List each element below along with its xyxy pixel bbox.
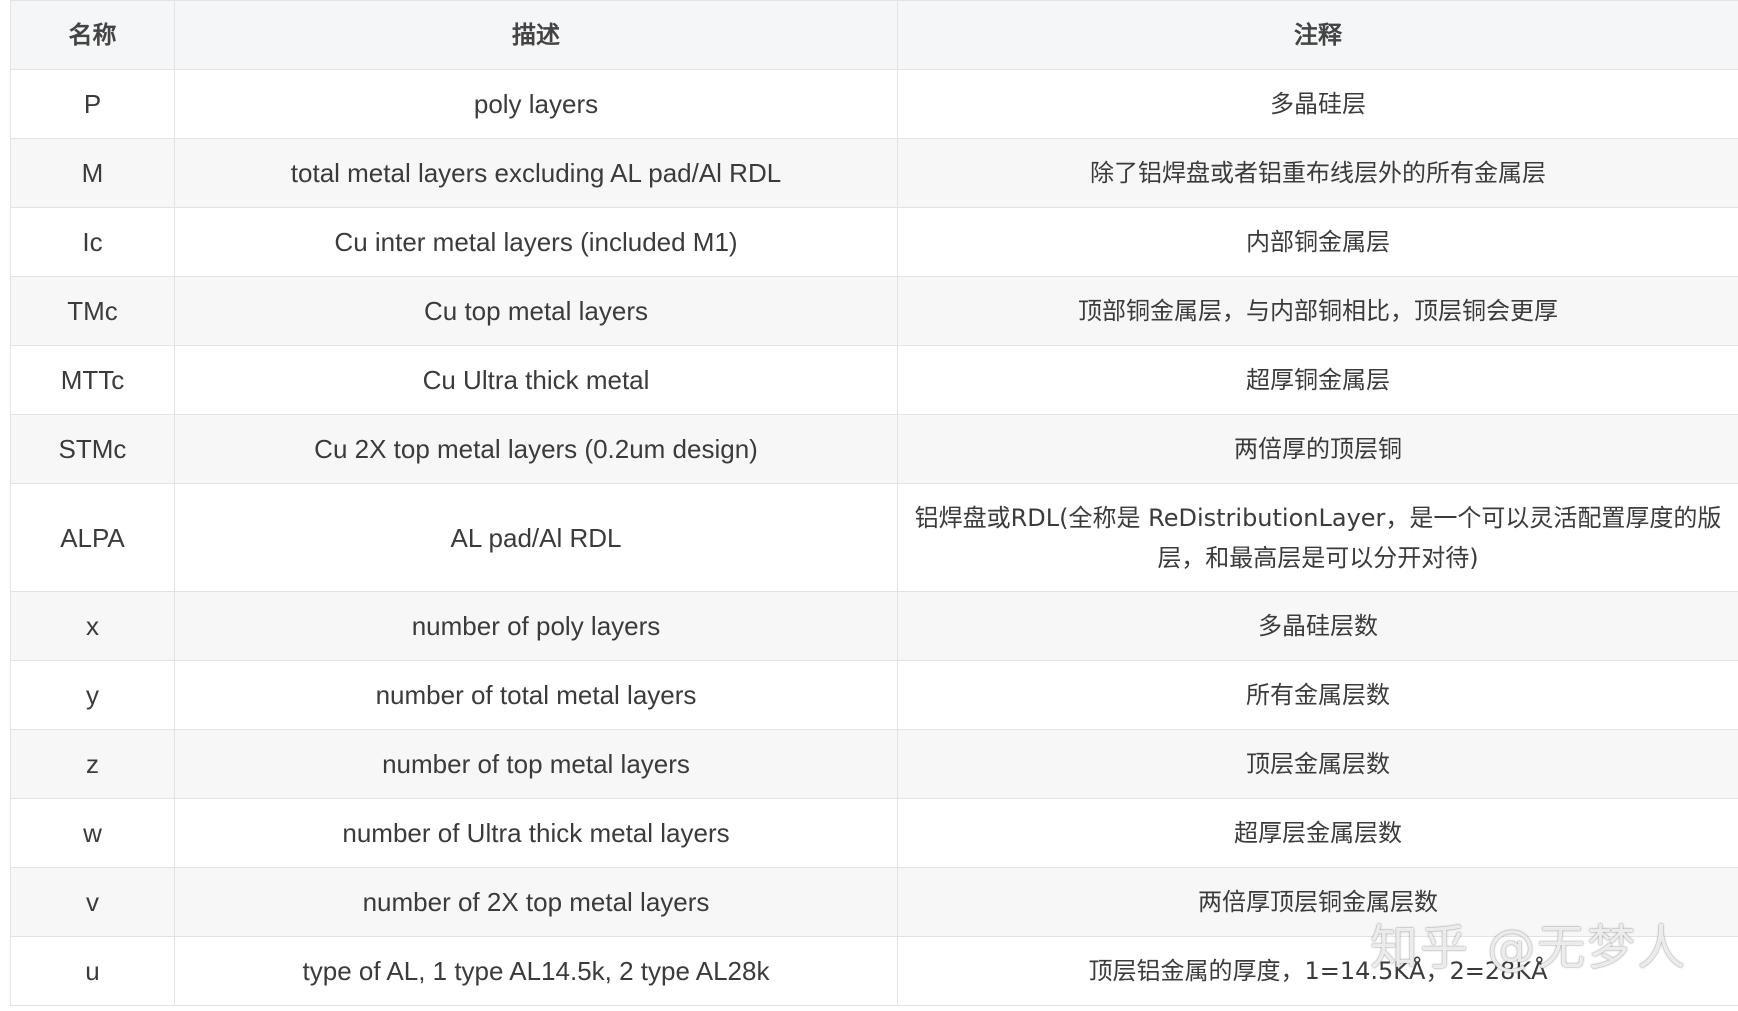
- cell-note: 顶部铜金属层，与内部铜相比，顶层铜会更厚: [897, 276, 1738, 346]
- table-row: STMc Cu 2X top metal layers (0.2um desig…: [10, 414, 1738, 484]
- cell-name: TMc: [10, 276, 175, 346]
- cell-description: number of 2X top metal layers: [174, 867, 898, 937]
- cell-note: 两倍厚的顶层铜: [897, 414, 1738, 484]
- cell-note: 多晶硅层数: [897, 591, 1738, 661]
- cell-description: Cu top metal layers: [174, 276, 898, 346]
- table-row: M total metal layers excluding AL pad/Al…: [10, 138, 1738, 208]
- cell-name: Ic: [10, 207, 175, 277]
- cell-description: type of AL, 1 type AL14.5k, 2 type AL28k: [174, 936, 898, 1006]
- cell-note: 两倍厚顶层铜金属层数: [897, 867, 1738, 937]
- table-row: w number of Ultra thick metal layers 超厚层…: [10, 798, 1738, 868]
- layer-definition-table: 名称 描述 注释 P poly layers 多晶硅层 M total meta…: [10, 0, 1738, 1006]
- cell-note: 超厚铜金属层: [897, 345, 1738, 415]
- cell-name: MTTc: [10, 345, 175, 415]
- cell-name: M: [10, 138, 175, 208]
- cell-name: ALPA: [10, 483, 175, 592]
- cell-description: number of total metal layers: [174, 660, 898, 730]
- cell-description: Cu inter metal layers (included M1): [174, 207, 898, 277]
- table-row: y number of total metal layers 所有金属层数: [10, 660, 1738, 730]
- cell-name: v: [10, 867, 175, 937]
- table-row: TMc Cu top metal layers 顶部铜金属层，与内部铜相比，顶层…: [10, 276, 1738, 346]
- cell-description: Cu 2X top metal layers (0.2um design): [174, 414, 898, 484]
- cell-description: total metal layers excluding AL pad/Al R…: [174, 138, 898, 208]
- cell-note: 顶层金属层数: [897, 729, 1738, 799]
- table-row: MTTc Cu Ultra thick metal 超厚铜金属层: [10, 345, 1738, 415]
- cell-note: 顶层铝金属的厚度，1=14.5KÅ，2=28KÅ: [897, 936, 1738, 1006]
- layer-definition-table-container: 名称 描述 注释 P poly layers 多晶硅层 M total meta…: [10, 0, 1738, 1006]
- cell-note: 铝焊盘或RDL(全称是 ReDistributionLayer，是一个可以灵活配…: [897, 483, 1738, 592]
- column-header-name: 名称: [10, 0, 175, 70]
- table-header-row: 名称 描述 注释: [10, 0, 1738, 70]
- cell-description: poly layers: [174, 69, 898, 139]
- cell-note: 多晶硅层: [897, 69, 1738, 139]
- cell-note: 超厚层金属层数: [897, 798, 1738, 868]
- cell-name: x: [10, 591, 175, 661]
- cell-description: number of top metal layers: [174, 729, 898, 799]
- cell-name: w: [10, 798, 175, 868]
- cell-note: 除了铝焊盘或者铝重布线层外的所有金属层: [897, 138, 1738, 208]
- table-row: x number of poly layers 多晶硅层数: [10, 591, 1738, 661]
- cell-name: y: [10, 660, 175, 730]
- table-row: z number of top metal layers 顶层金属层数: [10, 729, 1738, 799]
- table-row: ALPA AL pad/Al RDL 铝焊盘或RDL(全称是 ReDistrib…: [10, 483, 1738, 592]
- cell-name: z: [10, 729, 175, 799]
- cell-description: Cu Ultra thick metal: [174, 345, 898, 415]
- table-row: u type of AL, 1 type AL14.5k, 2 type AL2…: [10, 936, 1738, 1006]
- cell-name: u: [10, 936, 175, 1006]
- cell-description: number of poly layers: [174, 591, 898, 661]
- table-row: Ic Cu inter metal layers (included M1) 内…: [10, 207, 1738, 277]
- cell-description: AL pad/Al RDL: [174, 483, 898, 592]
- cell-note: 所有金属层数: [897, 660, 1738, 730]
- cell-note: 内部铜金属层: [897, 207, 1738, 277]
- column-header-description: 描述: [174, 0, 898, 70]
- cell-description: number of Ultra thick metal layers: [174, 798, 898, 868]
- cell-name: STMc: [10, 414, 175, 484]
- column-header-note: 注释: [897, 0, 1738, 70]
- table-row: P poly layers 多晶硅层: [10, 69, 1738, 139]
- table-row: v number of 2X top metal layers 两倍厚顶层铜金属…: [10, 867, 1738, 937]
- cell-name: P: [10, 69, 175, 139]
